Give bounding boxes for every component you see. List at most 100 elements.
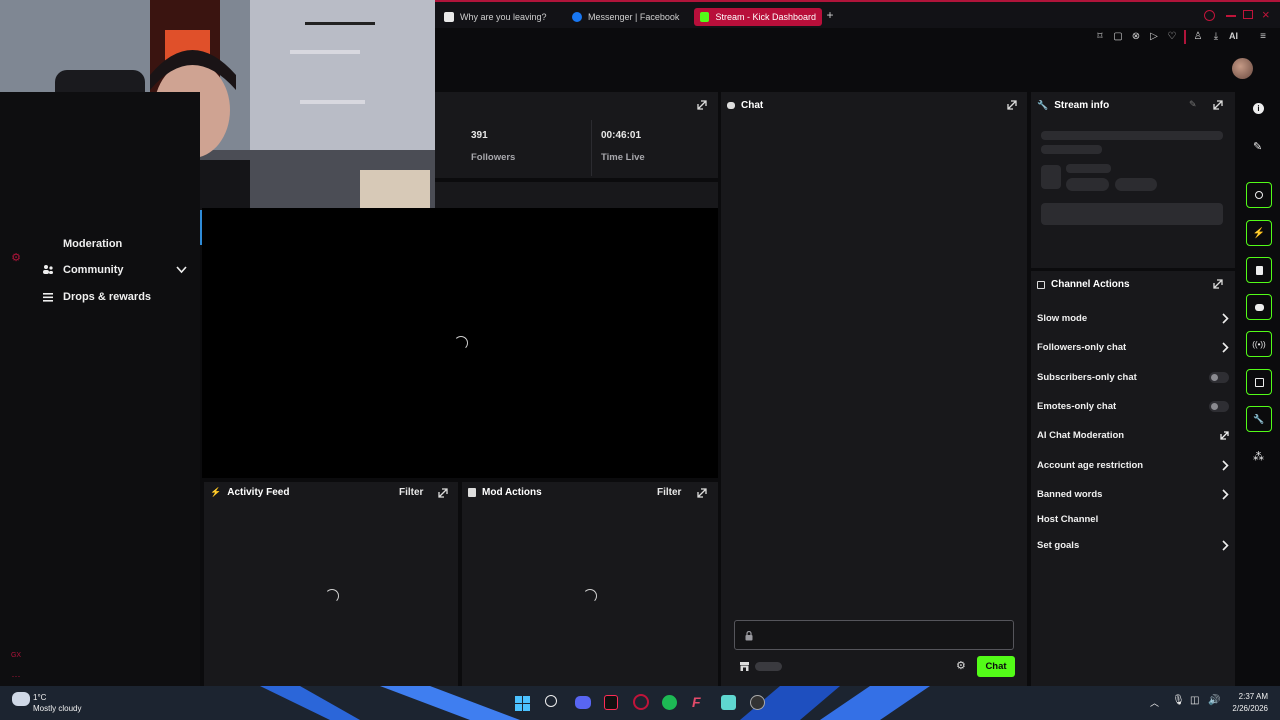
clock-time[interactable]: 2:37 AM bbox=[1222, 692, 1268, 701]
channel-action-label: Account age restriction bbox=[1037, 459, 1144, 471]
channel-action-followers-only[interactable]: Followers-only chat bbox=[1037, 338, 1229, 356]
rail-button-stream-info[interactable]: 🔧 bbox=[1246, 406, 1272, 432]
send-chat-label: Chat bbox=[985, 661, 1007, 672]
minimize-icon[interactable] bbox=[1226, 15, 1236, 17]
channel-action-account-age[interactable]: Account age restriction bbox=[1037, 456, 1229, 474]
log-icon bbox=[468, 488, 476, 497]
channel-action-label: Banned words bbox=[1037, 488, 1103, 500]
download-icon[interactable]: ⤓ bbox=[1210, 31, 1222, 43]
channel-action-ai-moderation[interactable]: AI Chat Moderation bbox=[1037, 426, 1229, 444]
lightning-icon: ⚡ bbox=[210, 487, 222, 497]
rail-button-actions[interactable] bbox=[1246, 369, 1272, 395]
tab-label: Messenger | Facebook bbox=[588, 12, 680, 22]
channel-action-set-goals[interactable]: Set goals bbox=[1037, 536, 1229, 554]
send-chat-button[interactable]: Chat bbox=[977, 656, 1015, 677]
opera-gx-icon[interactable] bbox=[633, 694, 649, 710]
clock-date[interactable]: 2/26/2026 bbox=[1222, 704, 1268, 713]
store-icon[interactable] bbox=[739, 661, 750, 672]
log-icon bbox=[1255, 265, 1263, 275]
followers-label: Followers bbox=[471, 152, 516, 163]
close-icon[interactable]: × bbox=[1262, 7, 1270, 22]
pencil-icon[interactable]: ✎ bbox=[1253, 140, 1262, 153]
more-icon[interactable]: ··· bbox=[8, 671, 24, 681]
rail-button-broadcast[interactable]: ((•)) bbox=[1246, 331, 1272, 357]
maximize-icon[interactable] bbox=[1243, 10, 1253, 19]
emotes-only-toggle[interactable] bbox=[1209, 400, 1229, 412]
channel-action-label: Slow mode bbox=[1037, 312, 1088, 324]
tab-messenger[interactable]: Messenger | Facebook bbox=[572, 8, 679, 26]
community-icon bbox=[43, 265, 53, 274]
sidebar-item-drops-rewards[interactable]: Drops & rewards bbox=[42, 291, 151, 303]
chat-title: Chat bbox=[741, 100, 764, 111]
tab-kick-dashboard[interactable]: Stream - Kick Dashboard bbox=[694, 8, 822, 26]
facebook-icon bbox=[572, 12, 582, 22]
popout-icon[interactable] bbox=[438, 488, 448, 498]
apps-icon[interactable]: ⁂ bbox=[1253, 450, 1264, 463]
app-teal-icon[interactable] bbox=[721, 695, 736, 710]
channel-action-slow-mode[interactable]: Slow mode bbox=[1037, 309, 1229, 327]
account-icon[interactable]: ♙ bbox=[1192, 31, 1204, 43]
chevron-right-icon bbox=[1222, 341, 1229, 353]
heart-icon[interactable]: ♡ bbox=[1166, 31, 1178, 43]
actions-icon bbox=[1037, 280, 1045, 289]
activity-feed-header: ⚡ Activity Feed bbox=[210, 487, 289, 498]
sidebar-item-label: Moderation bbox=[63, 238, 123, 250]
spotify-icon[interactable] bbox=[662, 695, 677, 710]
network-icon[interactable]: ◫ bbox=[1190, 695, 1199, 706]
avatar[interactable] bbox=[1232, 58, 1253, 79]
search-icon[interactable] bbox=[545, 695, 557, 707]
chevron-up-icon[interactable]: ︿ bbox=[1150, 696, 1159, 709]
target-icon bbox=[1255, 191, 1263, 199]
external-link-icon bbox=[1220, 430, 1229, 440]
rail-button-preview[interactable] bbox=[1246, 182, 1272, 208]
loading-spinner bbox=[325, 589, 339, 603]
rail-button-mod-log[interactable] bbox=[1246, 257, 1272, 283]
chat-input[interactable] bbox=[734, 620, 1014, 650]
edit-icon[interactable]: ✎ bbox=[1189, 99, 1197, 110]
play-icon[interactable]: ▷ bbox=[1148, 31, 1160, 43]
subscribers-only-toggle[interactable] bbox=[1209, 371, 1229, 383]
app-f-icon[interactable]: F bbox=[692, 694, 701, 710]
info-icon[interactable]: i bbox=[1253, 103, 1264, 114]
app-gear-icon[interactable] bbox=[750, 695, 765, 710]
channel-action-banned-words[interactable]: Banned words bbox=[1037, 485, 1229, 503]
tab-why-leaving[interactable]: Why are you leaving? bbox=[444, 8, 547, 26]
bookmark-icon[interactable]: ⌑ bbox=[1094, 31, 1106, 43]
skeleton-subtitle bbox=[1041, 145, 1102, 154]
gear-icon[interactable]: ⚙ bbox=[956, 659, 966, 672]
chevron-right-icon bbox=[1222, 312, 1229, 324]
microphone-icon[interactable]: 🎙 bbox=[1172, 695, 1185, 706]
channel-actions-panel bbox=[1031, 271, 1235, 686]
mod-filter-button[interactable]: Filter bbox=[657, 487, 681, 498]
rail-button-activity[interactable]: ⚡ bbox=[1246, 220, 1272, 246]
chevron-down-icon[interactable] bbox=[176, 266, 187, 274]
channel-action-host-channel[interactable]: Host Channel bbox=[1037, 510, 1229, 528]
chat-bubble-icon bbox=[727, 102, 735, 109]
windows-taskbar: 1°C Mostly cloudy F ︿ 🎙 ◫ 🔊 2:37 AM 2/26… bbox=[0, 686, 1280, 720]
tiktok-icon[interactable] bbox=[604, 695, 618, 710]
popout-icon[interactable] bbox=[697, 488, 707, 498]
menu-icon[interactable]: ≡ bbox=[1257, 31, 1269, 43]
block-icon[interactable]: ⊗ bbox=[1130, 31, 1142, 43]
sidebar-item-moderation[interactable]: Moderation bbox=[42, 238, 122, 250]
rail-button-chat[interactable] bbox=[1246, 294, 1272, 320]
channel-actions-title: Channel Actions bbox=[1051, 279, 1130, 290]
gx-settings-icon[interactable]: ⚙ bbox=[8, 251, 24, 264]
windows-start-icon[interactable] bbox=[515, 696, 530, 711]
popout-icon[interactable] bbox=[1213, 279, 1223, 289]
ai-button[interactable]: AI bbox=[1229, 31, 1238, 41]
popout-icon[interactable] bbox=[1213, 100, 1223, 110]
snapshot-icon[interactable]: ▢ bbox=[1112, 31, 1124, 43]
weather-condition: Mostly cloudy bbox=[33, 704, 82, 713]
sidebar-item-community[interactable]: Community bbox=[42, 264, 124, 276]
search-icon[interactable] bbox=[1204, 10, 1215, 21]
channel-actions-header: Channel Actions bbox=[1037, 279, 1130, 290]
new-tab-button[interactable]: + bbox=[824, 9, 836, 21]
volume-icon[interactable]: 🔊 bbox=[1208, 695, 1220, 706]
activity-filter-button[interactable]: Filter bbox=[399, 487, 423, 498]
popout-icon[interactable] bbox=[1007, 100, 1017, 110]
broadcast-icon: ((•)) bbox=[1252, 339, 1266, 349]
popout-icon[interactable] bbox=[697, 100, 707, 110]
discord-icon[interactable] bbox=[575, 696, 591, 709]
gx-label: GX bbox=[10, 652, 22, 659]
